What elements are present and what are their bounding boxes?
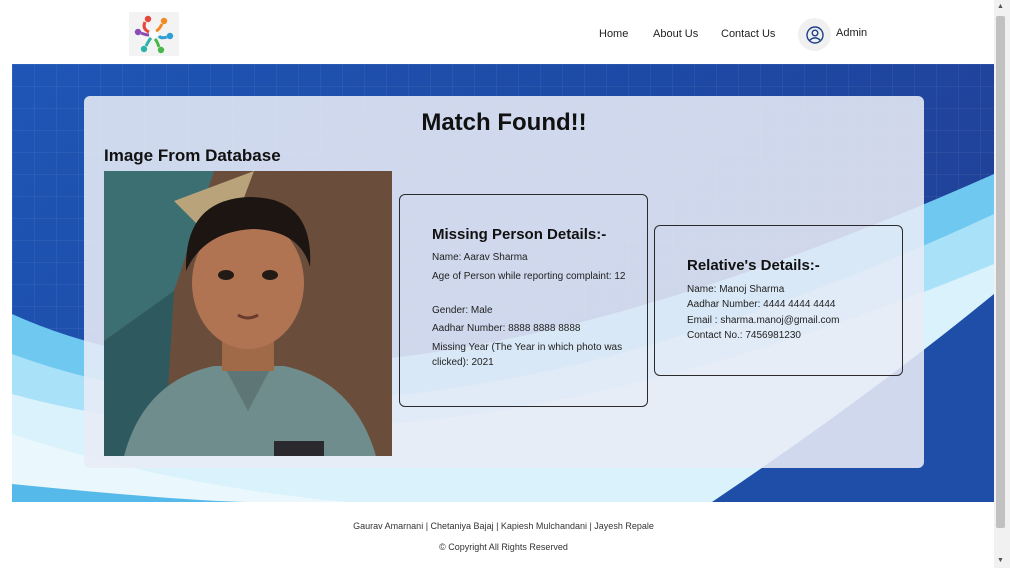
database-image-heading: Image From Database [104,146,281,165]
missing-person-details-box: Missing Person Details:- Name: Aarav Sha… [399,194,648,407]
missing-gender: Gender: Male [432,305,493,316]
scroll-thumb[interactable] [996,16,1005,528]
nav-contact-link[interactable]: Contact Us [721,28,775,40]
nav-home-link[interactable]: Home [599,28,628,40]
matched-person-photo [104,171,392,456]
portrait-image [104,171,392,456]
missing-name: Name: Aarav Sharma [432,252,528,263]
nav-about-link[interactable]: About Us [653,28,698,40]
logo-people-icon [134,15,174,54]
relative-name: Name: Manoj Sharma [687,284,785,295]
navbar: Home About Us Contact Us Admin [0,0,994,64]
admin-label[interactable]: Admin [836,27,867,39]
logo[interactable] [129,12,179,56]
page: Home About Us Contact Us Admin Match Fou… [0,0,1010,568]
match-title: Match Found!! [421,109,587,136]
relative-email: Email : sharma.manoj@gmail.com [687,315,840,326]
relative-contact: Contact No.: 7456981230 [687,330,801,341]
footer-copyright: © Copyright All Rights Reserved [439,542,568,552]
missing-year: Missing Year (The Year in which photo wa… [432,342,623,368]
missing-age: Age of Person while reporting complaint:… [432,271,626,282]
match-card: Match Found!! Image From Database Missin… [84,96,924,468]
user-circle-icon [805,25,824,44]
admin-avatar-button[interactable] [798,18,831,51]
missing-person-heading: Missing Person Details:- [432,226,607,243]
scroll-down-icon[interactable]: ▼ [997,557,1004,564]
scroll-up-icon[interactable]: ▲ [997,3,1004,10]
hero-section: Match Found!! Image From Database Missin… [12,64,994,502]
footer-team-names: Gaurav Amarnani | Chetaniya Bajaj | Kapi… [353,521,654,531]
relative-aadhar: Aadhar Number: 4444 4444 4444 [687,299,836,310]
missing-aadhar: Aadhar Number: 8888 8888 8888 [432,323,581,334]
page-scrollbar[interactable]: ▲ ▼ [994,0,1010,568]
relative-details-box: Relative's Details:- Name: Manoj Sharma … [654,225,903,376]
relative-heading: Relative's Details:- [687,257,820,274]
